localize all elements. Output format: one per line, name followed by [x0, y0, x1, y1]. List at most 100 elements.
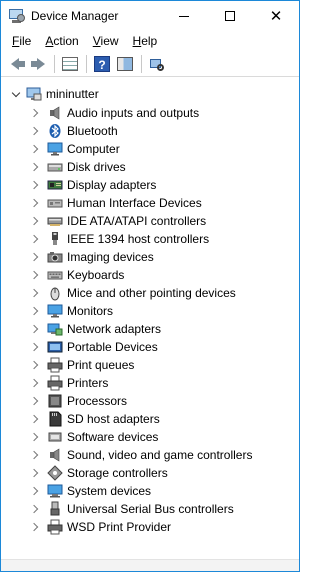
device-tree[interactable]: mininutter Audio inputs and outputs Bluet… [1, 81, 299, 559]
toolbar-separator [141, 54, 142, 73]
tree-item[interactable]: Audio inputs and outputs [1, 104, 299, 122]
computer-icon [26, 86, 42, 102]
network-adapter-icon [47, 321, 63, 337]
disk-drive-icon [47, 159, 63, 175]
tree-item-label: IEEE 1394 host controllers [67, 232, 210, 246]
expand-chevron-icon[interactable] [27, 248, 41, 266]
tree-item[interactable]: Processors [1, 392, 299, 410]
sd-card-icon [47, 411, 63, 427]
tree-item-label: Display adapters [67, 178, 157, 192]
software-device-icon [47, 429, 63, 445]
tree-item[interactable]: System devices [1, 482, 299, 500]
expand-chevron-icon[interactable] [27, 392, 41, 410]
expand-chevron-icon[interactable] [27, 176, 41, 194]
tree-item[interactable]: Print queues [1, 356, 299, 374]
tree-item[interactable]: Printers [1, 374, 299, 392]
expand-chevron-icon[interactable] [27, 212, 41, 230]
tree-item[interactable]: Keyboards [1, 266, 299, 284]
menu-action[interactable]: Action [38, 31, 85, 51]
tree-item[interactable]: Disk drives [1, 158, 299, 176]
expand-chevron-icon[interactable] [27, 428, 41, 446]
expand-chevron-icon[interactable] [27, 104, 41, 122]
status-bar [1, 559, 299, 571]
monitor-icon [47, 141, 63, 157]
scan-hardware-button[interactable] [146, 53, 168, 75]
tree-item[interactable]: Portable Devices [1, 338, 299, 356]
tree-item-label: Mice and other pointing devices [67, 286, 236, 300]
maximize-icon [225, 11, 235, 21]
expand-chevron-icon[interactable] [27, 266, 41, 284]
tree-item-label: Bluetooth [67, 124, 118, 138]
title-bar[interactable]: Device Manager ✕ [1, 1, 299, 31]
show-hide-pane-icon [117, 56, 133, 71]
tree-item-label: Network adapters [67, 322, 162, 336]
tree-item[interactable]: Sound, video and game controllers [1, 446, 299, 464]
expand-chevron-icon[interactable] [27, 374, 41, 392]
expand-chevron-icon[interactable] [27, 320, 41, 338]
tree-item[interactable]: SD host adapters [1, 410, 299, 428]
minimize-icon [179, 15, 189, 17]
expand-chevron-icon[interactable] [27, 140, 41, 158]
expand-chevron-icon[interactable] [27, 158, 41, 176]
tree-item[interactable]: IDE ATA/ATAPI controllers [1, 212, 299, 230]
tree-item-label: Sound, video and game controllers [67, 448, 253, 462]
mouse-icon [47, 285, 63, 301]
forward-button[interactable] [27, 53, 49, 75]
maximize-button[interactable] [207, 1, 253, 31]
tree-item[interactable]: Software devices [1, 428, 299, 446]
close-button[interactable]: ✕ [253, 1, 299, 31]
collapse-chevron-icon[interactable] [9, 85, 23, 103]
tree-item[interactable]: Network adapters [1, 320, 299, 338]
menu-help[interactable]: Help [126, 31, 165, 51]
tree-item[interactable]: Storage controllers [1, 464, 299, 482]
monitor-icon [47, 303, 63, 319]
expand-chevron-icon[interactable] [27, 500, 41, 518]
toolbar-separator [86, 54, 87, 73]
tree-item-label: Printers [67, 376, 109, 390]
toolbar-separator [54, 54, 55, 73]
expand-chevron-icon[interactable] [27, 356, 41, 374]
expand-chevron-icon[interactable] [27, 284, 41, 302]
properties-button[interactable] [59, 53, 81, 75]
minimize-button[interactable] [161, 1, 207, 31]
tree-item-label: Computer [67, 142, 120, 156]
tree-item[interactable]: WSD Print Provider [1, 518, 299, 536]
tree-item[interactable]: Bluetooth [1, 122, 299, 140]
tree-item-label: Storage controllers [67, 466, 168, 480]
printer-icon [47, 375, 63, 391]
expand-chevron-icon[interactable] [27, 482, 41, 500]
menu-view[interactable]: View [86, 31, 126, 51]
tree-item[interactable]: Universal Serial Bus controllers [1, 500, 299, 518]
printer-icon [47, 357, 63, 373]
tree-item[interactable]: Computer [1, 140, 299, 158]
expand-chevron-icon[interactable] [27, 464, 41, 482]
expand-chevron-icon[interactable] [27, 446, 41, 464]
tree-item[interactable]: Monitors [1, 302, 299, 320]
expand-chevron-icon[interactable] [27, 302, 41, 320]
tree-item[interactable]: Display adapters [1, 176, 299, 194]
tree-item-label: Software devices [67, 430, 159, 444]
expand-chevron-icon[interactable] [27, 338, 41, 356]
expand-chevron-icon[interactable] [27, 410, 41, 428]
tree-item-label: Disk drives [67, 160, 126, 174]
tree-item[interactable]: Human Interface Devices [1, 194, 299, 212]
storage-controller-icon [47, 465, 63, 481]
processor-icon [47, 393, 63, 409]
tree-item-label: Human Interface Devices [67, 196, 202, 210]
expand-chevron-icon[interactable] [27, 518, 41, 536]
expand-chevron-icon[interactable] [27, 122, 41, 140]
show-hide-pane-button[interactable] [114, 53, 136, 75]
tree-item[interactable]: Mice and other pointing devices [1, 284, 299, 302]
expand-chevron-icon[interactable] [27, 194, 41, 212]
help-button[interactable]: ? [91, 53, 113, 75]
tree-item[interactable]: Imaging devices [1, 248, 299, 266]
back-button[interactable] [4, 53, 26, 75]
tree-item[interactable]: IEEE 1394 host controllers [1, 230, 299, 248]
expand-chevron-icon[interactable] [27, 230, 41, 248]
menu-file[interactable]: File [5, 31, 38, 51]
tree-item-label: Universal Serial Bus controllers [67, 502, 234, 516]
window-title: Device Manager [31, 9, 119, 23]
help-icon: ? [94, 55, 110, 72]
tree-item-label: SD host adapters [67, 412, 160, 426]
tree-root[interactable]: mininutter [1, 84, 299, 104]
